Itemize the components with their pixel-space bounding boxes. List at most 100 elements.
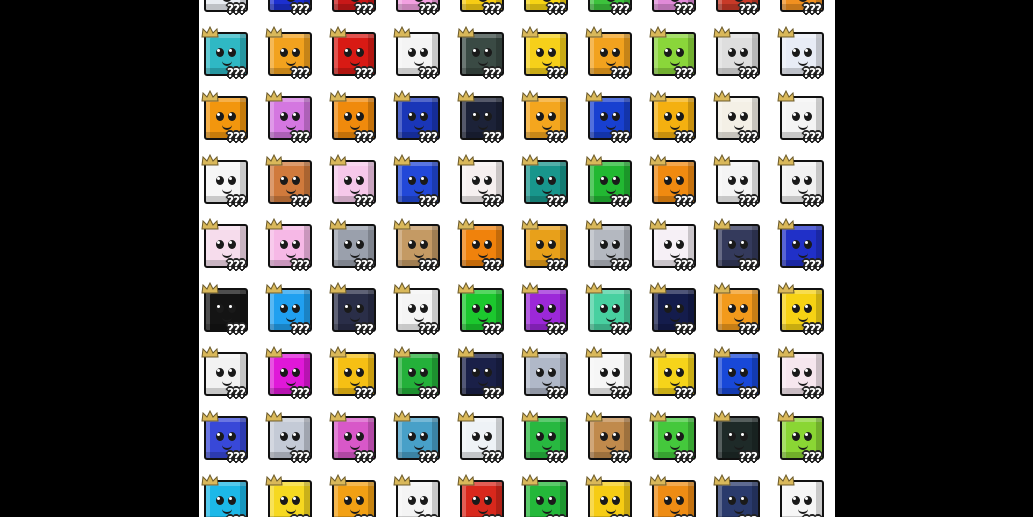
locked-pet-slot[interactable]: ??? (263, 0, 327, 26)
locked-pet-slot[interactable]: ??? (455, 90, 519, 154)
locked-pet-slot[interactable]: ??? (647, 90, 711, 154)
locked-pet-slot[interactable]: ??? (391, 26, 455, 90)
gold-crown-icon (393, 282, 411, 294)
locked-pet-slot[interactable]: ??? (775, 0, 835, 26)
locked-pet-slot[interactable]: ??? (263, 282, 327, 346)
locked-pet-slot[interactable]: ??? (327, 26, 391, 90)
gold-crown-icon (393, 154, 411, 166)
locked-pet-slot[interactable]: ??? (199, 346, 263, 410)
locked-pet-slot[interactable]: ??? (583, 410, 647, 474)
locked-pet-slot[interactable]: ??? (199, 282, 263, 346)
locked-pet-slot[interactable]: ??? (647, 410, 711, 474)
locked-pet-slot[interactable]: ??? (391, 154, 455, 218)
locked-pet-slot[interactable]: ??? (775, 346, 835, 410)
locked-pet-slot[interactable]: ??? (391, 218, 455, 282)
locked-pet-slot[interactable]: ??? (199, 410, 263, 474)
locked-pet-slot[interactable]: ??? (327, 346, 391, 410)
locked-pet-slot[interactable]: ??? (391, 346, 455, 410)
locked-pet-slot[interactable]: ??? (519, 410, 583, 474)
locked-pet-slot[interactable]: ??? (711, 410, 775, 474)
locked-pet-slot[interactable]: ??? (647, 218, 711, 282)
locked-pet-slot[interactable]: ??? (455, 282, 519, 346)
locked-label: ??? (483, 450, 502, 464)
locked-pet-slot[interactable]: ??? (199, 474, 263, 517)
locked-pet-slot[interactable]: ??? (711, 90, 775, 154)
locked-pet-slot[interactable]: ??? (391, 474, 455, 517)
locked-pet-slot[interactable]: ??? (775, 218, 835, 282)
locked-pet-slot[interactable]: ??? (327, 90, 391, 154)
locked-pet-slot[interactable]: ??? (199, 0, 263, 26)
locked-pet-slot[interactable]: ??? (519, 282, 583, 346)
locked-pet-slot[interactable]: ??? (711, 346, 775, 410)
locked-pet-slot[interactable]: ??? (647, 346, 711, 410)
locked-pet-slot[interactable]: ??? (775, 282, 835, 346)
locked-pet-slot[interactable]: ??? (647, 0, 711, 26)
locked-pet-slot[interactable]: ??? (519, 0, 583, 26)
locked-pet-slot[interactable]: ??? (519, 346, 583, 410)
locked-pet-slot[interactable]: ??? (263, 154, 327, 218)
locked-pet-slot[interactable]: ??? (519, 218, 583, 282)
locked-pet-slot[interactable]: ??? (455, 26, 519, 90)
pet-eye (356, 176, 364, 185)
pet-eye (548, 112, 556, 121)
locked-pet-slot[interactable]: ??? (391, 0, 455, 26)
locked-pet-slot[interactable]: ??? (455, 0, 519, 26)
locked-pet-slot[interactable]: ??? (583, 154, 647, 218)
locked-pet-slot[interactable]: ??? (263, 474, 327, 517)
locked-pet-slot[interactable]: ??? (583, 282, 647, 346)
locked-pet-slot[interactable]: ??? (199, 90, 263, 154)
locked-pet-slot[interactable]: ??? (199, 26, 263, 90)
locked-pet-slot[interactable]: ??? (327, 410, 391, 474)
pet-face (782, 482, 822, 517)
locked-pet-slot[interactable]: ??? (711, 154, 775, 218)
locked-pet-slot[interactable]: ??? (455, 218, 519, 282)
locked-pet-slot[interactable]: ??? (647, 26, 711, 90)
locked-pet-slot[interactable]: ??? (263, 90, 327, 154)
locked-pet-slot[interactable]: ??? (519, 154, 583, 218)
locked-pet-slot[interactable]: ??? (711, 0, 775, 26)
locked-pet-slot[interactable]: ??? (263, 26, 327, 90)
locked-pet-slot[interactable]: ??? (647, 282, 711, 346)
locked-pet-slot[interactable]: ??? (583, 0, 647, 26)
locked-pet-slot[interactable]: ??? (391, 90, 455, 154)
locked-pet-slot[interactable]: ??? (519, 474, 583, 517)
locked-pet-slot[interactable]: ??? (455, 154, 519, 218)
locked-pet-slot[interactable]: ??? (583, 474, 647, 517)
locked-pet-slot[interactable]: ??? (263, 410, 327, 474)
locked-pet-slot[interactable]: ??? (775, 474, 835, 517)
locked-pet-slot[interactable]: ??? (775, 154, 835, 218)
locked-pet-slot[interactable]: ??? (455, 346, 519, 410)
locked-pet-slot[interactable]: ??? (647, 474, 711, 517)
locked-pet-slot[interactable]: ??? (583, 90, 647, 154)
locked-pet-slot[interactable]: ??? (391, 282, 455, 346)
locked-pet-slot[interactable]: ??? (775, 90, 835, 154)
locked-pet-slot[interactable]: ??? (455, 410, 519, 474)
locked-pet-slot[interactable]: ??? (327, 0, 391, 26)
locked-pet-slot[interactable]: ??? (583, 26, 647, 90)
locked-pet-slot[interactable]: ??? (327, 282, 391, 346)
locked-pet-slot[interactable]: ??? (583, 346, 647, 410)
locked-pet-slot[interactable]: ??? (199, 218, 263, 282)
locked-pet-slot[interactable]: ??? (199, 154, 263, 218)
locked-pet-slot[interactable]: ??? (263, 218, 327, 282)
locked-pet-slot[interactable]: ??? (775, 410, 835, 474)
locked-pet-slot[interactable]: ??? (455, 474, 519, 517)
locked-pet-slot[interactable]: ??? (391, 410, 455, 474)
locked-pet-slot[interactable]: ??? (327, 218, 391, 282)
pet-eye (740, 176, 748, 185)
pet-eye (792, 48, 800, 57)
locked-pet-slot[interactable]: ??? (263, 346, 327, 410)
gold-crown-icon (649, 90, 667, 102)
locked-pet-slot[interactable]: ??? (711, 26, 775, 90)
locked-label: ??? (739, 130, 758, 144)
locked-pet-slot[interactable]: ??? (711, 474, 775, 517)
locked-pet-slot[interactable]: ??? (327, 154, 391, 218)
locked-pet-slot[interactable]: ??? (711, 282, 775, 346)
locked-pet-slot[interactable]: ??? (775, 26, 835, 90)
locked-pet-slot[interactable]: ??? (711, 218, 775, 282)
locked-pet-slot[interactable]: ??? (327, 474, 391, 517)
locked-pet-slot[interactable]: ??? (647, 154, 711, 218)
locked-pet-slot[interactable]: ??? (519, 90, 583, 154)
locked-pet-slot[interactable]: ??? (519, 26, 583, 90)
locked-pet-slot[interactable]: ??? (583, 218, 647, 282)
